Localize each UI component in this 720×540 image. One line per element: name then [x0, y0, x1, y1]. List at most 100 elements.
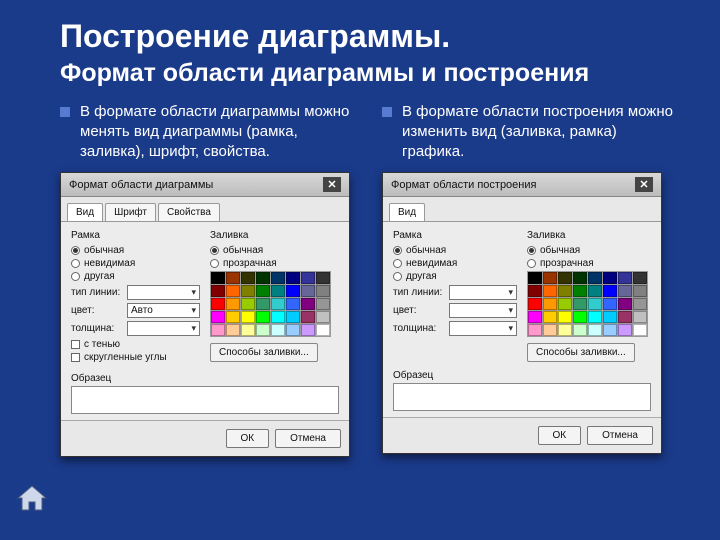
swatch[interactable] [543, 285, 557, 297]
swatch[interactable] [226, 324, 240, 336]
radio-frame-other[interactable]: другая [393, 271, 517, 282]
swatch[interactable] [301, 298, 315, 310]
swatch[interactable] [286, 311, 300, 323]
swatch[interactable] [286, 272, 300, 284]
swatch[interactable] [558, 311, 572, 323]
swatch[interactable] [528, 285, 542, 297]
swatch[interactable] [543, 311, 557, 323]
swatch[interactable] [211, 311, 225, 323]
combo-line-weight[interactable]: ▾ [449, 321, 517, 336]
close-icon[interactable]: ✕ [635, 177, 653, 192]
radio-frame-invisible[interactable]: невидимая [393, 258, 517, 269]
swatch[interactable] [558, 285, 572, 297]
swatch[interactable] [226, 272, 240, 284]
swatch[interactable] [633, 272, 647, 284]
radio-fill-transparent[interactable]: прозрачная [210, 258, 339, 269]
tab-view[interactable]: Вид [67, 203, 103, 221]
swatch[interactable] [588, 311, 602, 323]
swatch[interactable] [286, 324, 300, 336]
swatch[interactable] [588, 298, 602, 310]
swatch[interactable] [301, 311, 315, 323]
swatch[interactable] [558, 298, 572, 310]
checkbox-rounded[interactable]: скругленные углы [71, 352, 200, 363]
swatch[interactable] [558, 324, 572, 336]
cancel-button[interactable]: Отмена [275, 429, 341, 448]
swatch[interactable] [271, 311, 285, 323]
swatch[interactable] [256, 324, 270, 336]
swatch[interactable] [256, 285, 270, 297]
swatch[interactable] [211, 272, 225, 284]
swatch[interactable] [603, 324, 617, 336]
radio-frame-normal[interactable]: обычная [393, 245, 517, 256]
swatch[interactable] [603, 285, 617, 297]
swatch[interactable] [316, 311, 330, 323]
swatch[interactable] [633, 324, 647, 336]
radio-frame-other[interactable]: другая [71, 271, 200, 282]
swatch[interactable] [241, 285, 255, 297]
swatch[interactable] [226, 311, 240, 323]
ok-button[interactable]: ОК [538, 426, 582, 445]
tab-props[interactable]: Свойства [158, 203, 220, 221]
swatch[interactable] [241, 311, 255, 323]
swatch[interactable] [241, 272, 255, 284]
swatch[interactable] [256, 311, 270, 323]
radio-fill-normal[interactable]: обычная [210, 245, 339, 256]
combo-line-type[interactable]: ▾ [449, 285, 517, 300]
swatch[interactable] [543, 298, 557, 310]
home-icon[interactable] [16, 484, 48, 512]
checkbox-shadow[interactable]: с тенью [71, 339, 200, 350]
swatch[interactable] [528, 324, 542, 336]
swatch[interactable] [573, 272, 587, 284]
swatch[interactable] [241, 324, 255, 336]
swatch[interactable] [316, 298, 330, 310]
swatch[interactable] [588, 285, 602, 297]
swatch[interactable] [301, 285, 315, 297]
swatch[interactable] [256, 298, 270, 310]
swatch[interactable] [588, 272, 602, 284]
swatch[interactable] [241, 298, 255, 310]
fill-methods-button[interactable]: Способы заливки... [210, 343, 318, 362]
swatch[interactable] [618, 324, 632, 336]
close-icon[interactable]: ✕ [323, 177, 341, 192]
radio-fill-transparent[interactable]: прозрачная [527, 258, 651, 269]
swatch[interactable] [603, 272, 617, 284]
swatch[interactable] [528, 298, 542, 310]
cancel-button[interactable]: Отмена [587, 426, 653, 445]
ok-button[interactable]: ОК [226, 429, 270, 448]
swatch[interactable] [573, 285, 587, 297]
swatch[interactable] [211, 298, 225, 310]
swatch[interactable] [316, 324, 330, 336]
swatch[interactable] [573, 298, 587, 310]
swatch[interactable] [528, 311, 542, 323]
swatch[interactable] [226, 285, 240, 297]
swatch[interactable] [573, 311, 587, 323]
swatch[interactable] [301, 272, 315, 284]
swatch[interactable] [618, 311, 632, 323]
swatch[interactable] [211, 324, 225, 336]
swatch[interactable] [543, 324, 557, 336]
swatch[interactable] [588, 324, 602, 336]
swatch[interactable] [271, 298, 285, 310]
swatch[interactable] [543, 272, 557, 284]
combo-line-color[interactable]: ▾ [449, 303, 517, 318]
swatch[interactable] [226, 298, 240, 310]
swatch[interactable] [603, 298, 617, 310]
radio-frame-normal[interactable]: обычная [71, 245, 200, 256]
swatch[interactable] [573, 324, 587, 336]
swatch[interactable] [211, 285, 225, 297]
swatch[interactable] [286, 285, 300, 297]
swatch[interactable] [558, 272, 572, 284]
swatch[interactable] [271, 285, 285, 297]
tab-view[interactable]: Вид [389, 203, 425, 221]
fill-methods-button[interactable]: Способы заливки... [527, 343, 635, 362]
swatch[interactable] [316, 285, 330, 297]
swatch[interactable] [301, 324, 315, 336]
combo-line-color[interactable]: Авто▾ [127, 303, 200, 318]
radio-frame-invisible[interactable]: невидимая [71, 258, 200, 269]
color-swatches[interactable] [527, 271, 648, 337]
swatch[interactable] [528, 272, 542, 284]
swatch[interactable] [633, 298, 647, 310]
radio-fill-normal[interactable]: обычная [527, 245, 651, 256]
color-swatches[interactable] [210, 271, 331, 337]
swatch[interactable] [618, 285, 632, 297]
